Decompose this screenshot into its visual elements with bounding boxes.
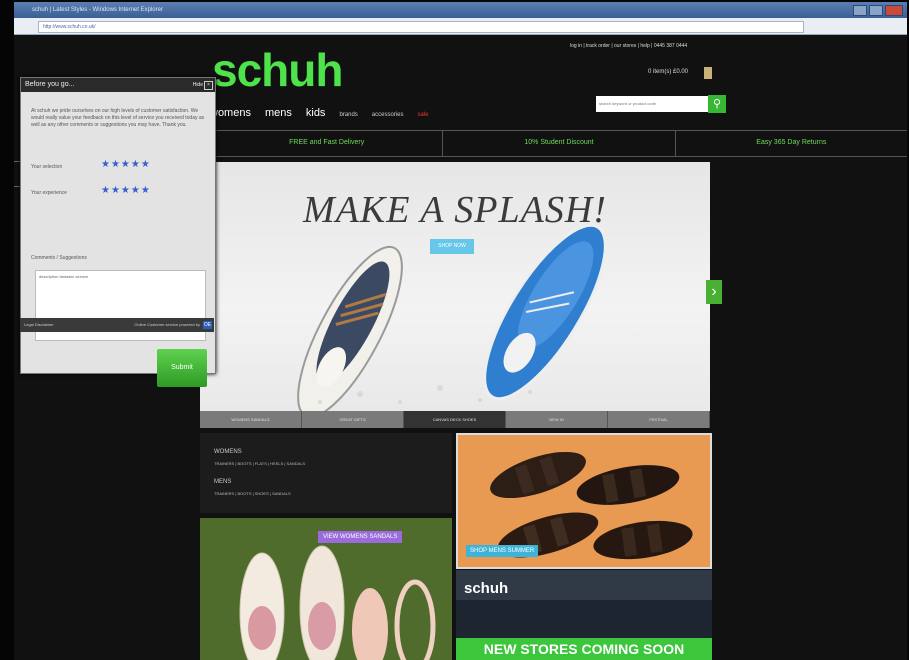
url-field[interactable]: http://www.schuh.co.uk/	[38, 21, 804, 33]
womens-links[interactable]: TRAINERS | BOOTS | FLATS | HEELS | SANDA…	[214, 461, 305, 466]
provider-logo-icon[interactable]: OE	[203, 321, 212, 329]
search-button[interactable]: ⚲	[708, 95, 726, 113]
hero-tab-canvas-deck-shoes[interactable]: CANVAS DECK SHOES	[404, 411, 506, 428]
feedback-header: Before you go... Hide ×	[21, 78, 215, 92]
rating-experience-label: Your experience	[31, 190, 67, 196]
window-controls	[853, 5, 903, 16]
store-front-image	[456, 600, 712, 638]
window-title: schuh | Latest Styles - Windows Internet…	[32, 7, 163, 13]
search-input[interactable]	[596, 96, 708, 112]
new-stores-label[interactable]: NEW STORES COMING SOON	[456, 638, 712, 660]
hero-tab-womens-sandals[interactable]: WOMENS SANDALS	[200, 411, 302, 428]
close-window-button[interactable]	[885, 5, 903, 16]
category-panel: WOMENS TRAINERS | BOOTS | FLATS | HEELS …	[200, 433, 452, 513]
nav-accessories[interactable]: accessories	[372, 112, 404, 118]
top-links[interactable]: log in | track order | our stores | help…	[570, 43, 687, 49]
magnifier-icon: ⚲	[712, 98, 722, 110]
hero-banner[interactable]: MAKE A SPLASH! SHOP NOW WOMENS SANDALS G…	[200, 162, 710, 428]
minimize-button[interactable]	[853, 5, 867, 16]
feedback-footer-wrap: Legal Disclaimer Online Customer service…	[20, 318, 214, 332]
promo-bar: FREE and Fast Delivery 10% Student Disco…	[210, 130, 907, 157]
hero-tab-new-in[interactable]: NEW IN	[506, 411, 608, 428]
new-stores-tile[interactable]: schuh NEW STORES COMING SOON	[456, 570, 712, 660]
schuh-logo[interactable]: schuh	[212, 43, 343, 97]
maximize-button[interactable]	[869, 5, 883, 16]
promo-student[interactable]: 10% Student Discount	[443, 131, 676, 156]
view-womens-sandals-label[interactable]: VIEW WOMENS SANDALS	[318, 531, 403, 543]
powered-by-text: Online Customer service powered by	[134, 322, 200, 327]
submit-button[interactable]: Submit	[157, 349, 207, 387]
stores-schuh-logo: schuh	[464, 580, 509, 597]
womens-sandals-tile[interactable]: VIEW WOMENS SANDALS	[200, 518, 452, 660]
basket-summary[interactable]: 0 item(s) £0.00	[648, 69, 688, 75]
nav-kids[interactable]: kids	[306, 107, 326, 119]
nav-sale[interactable]: sale	[417, 112, 428, 118]
promo-returns[interactable]: Easy 365 Day Returns	[676, 131, 907, 156]
rating-selection-label: Your selection	[31, 164, 63, 170]
next-slide-button[interactable]: ›	[706, 280, 722, 304]
mens-links[interactable]: TRAINERS | BOOTS | SHOES | SANDALS	[214, 491, 291, 496]
nav-womens[interactable]: womens	[210, 107, 251, 119]
address-bar: http://www.schuh.co.uk/	[14, 18, 907, 35]
main-nav: womens mens kids brands accessories sale	[210, 107, 429, 119]
webpage: schuh log in | track order | our stores …	[14, 35, 907, 660]
feedback-title: Before you go...	[25, 81, 75, 88]
rating-experience-stars[interactable]: ★★★★★	[101, 185, 151, 196]
hero-tab-festival[interactable]: FESTIVAL	[608, 411, 710, 428]
mens-summer-tile[interactable]: SHOP MENS SUMMER	[456, 433, 712, 569]
basket-icon[interactable]	[704, 67, 712, 79]
womens-heading[interactable]: WOMENS	[214, 449, 242, 455]
legal-disclaimer-link[interactable]: Legal Disclaimer	[24, 322, 54, 327]
feedback-footer: Legal Disclaimer Online Customer service…	[20, 318, 214, 332]
nav-brands[interactable]: brands	[339, 112, 357, 118]
window-titlebar: schuh | Latest Styles - Windows Internet…	[14, 2, 907, 18]
deck-shoes-image	[297, 223, 607, 419]
comments-label: Comments / Suggestions	[31, 255, 87, 261]
feedback-intro: At schuh we pride ourselves on our high …	[31, 108, 205, 128]
nav-mens[interactable]: mens	[265, 107, 292, 119]
rating-selection-stars[interactable]: ★★★★★	[101, 159, 151, 170]
close-icon[interactable]: ×	[204, 81, 213, 90]
hero-tabs: WOMENS SANDALS GREAT GIFTS CANVAS DECK S…	[200, 411, 710, 428]
chevron-right-icon: ›	[711, 283, 717, 300]
hide-link[interactable]: Hide	[193, 78, 203, 92]
hero-tab-great-gifts[interactable]: GREAT GIFTS	[302, 411, 404, 428]
mens-heading[interactable]: MENS	[214, 479, 231, 485]
promo-delivery[interactable]: FREE and Fast Delivery	[210, 131, 444, 156]
shop-mens-summer-label[interactable]: SHOP MENS SUMMER	[466, 545, 539, 557]
